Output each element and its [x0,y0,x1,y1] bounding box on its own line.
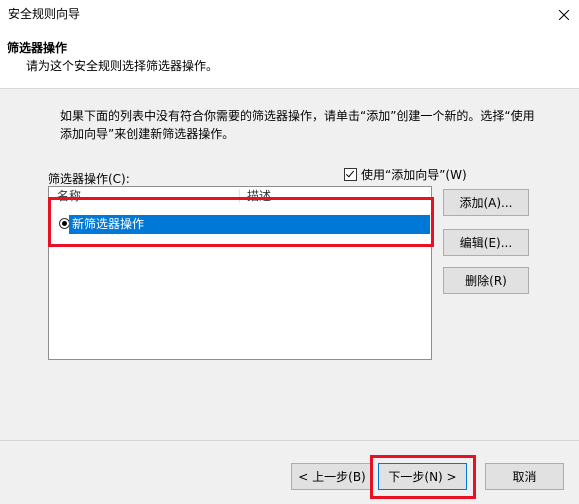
close-icon [558,10,569,20]
cancel-button[interactable]: 取消 [485,463,564,490]
instruction-line-1: 如果下面的列表中没有符合你需要的筛选器操作，请单击“添加”创建一个新的。选择“使… [60,109,535,123]
add-button[interactable]: 添加(A)... [443,189,529,216]
header-title: 筛选器操作 [7,41,68,55]
filter-list-label: 筛选器操作(C): [48,172,130,186]
cancel-button-label: 取消 [512,470,537,484]
header-subtitle: 请为这个安全规则选择筛选器操作。 [26,59,219,73]
highlight-box-next-button [370,455,476,499]
add-button-label: 添加(A)... [459,196,513,210]
highlight-box-list-item [48,197,434,247]
title-bar: 安全规则向导 [0,0,579,30]
back-button[interactable]: < 上一步(B) [291,463,373,490]
remove-button[interactable]: 删除(R) [443,267,529,294]
wizard-header: 筛选器操作 请为这个安全规则选择筛选器操作。 [0,30,579,89]
use-wizard-checkbox[interactable]: 使用“添加向导”(W) [344,166,467,183]
back-button-label: < 上一步(B) [298,470,366,484]
instruction-line-2: 添加向导”来创建新筛选器操作。 [60,127,235,141]
close-button[interactable] [548,0,579,30]
window-title: 安全规则向导 [8,7,81,21]
remove-button-label: 删除(R) [465,274,507,288]
edit-button-label: 编辑(E)... [459,236,513,250]
checkbox-checked-icon [344,168,357,181]
edit-button[interactable]: 编辑(E)... [443,229,529,256]
footer-divider [0,440,579,441]
use-wizard-label: 使用“添加向导”(W) [361,168,467,182]
